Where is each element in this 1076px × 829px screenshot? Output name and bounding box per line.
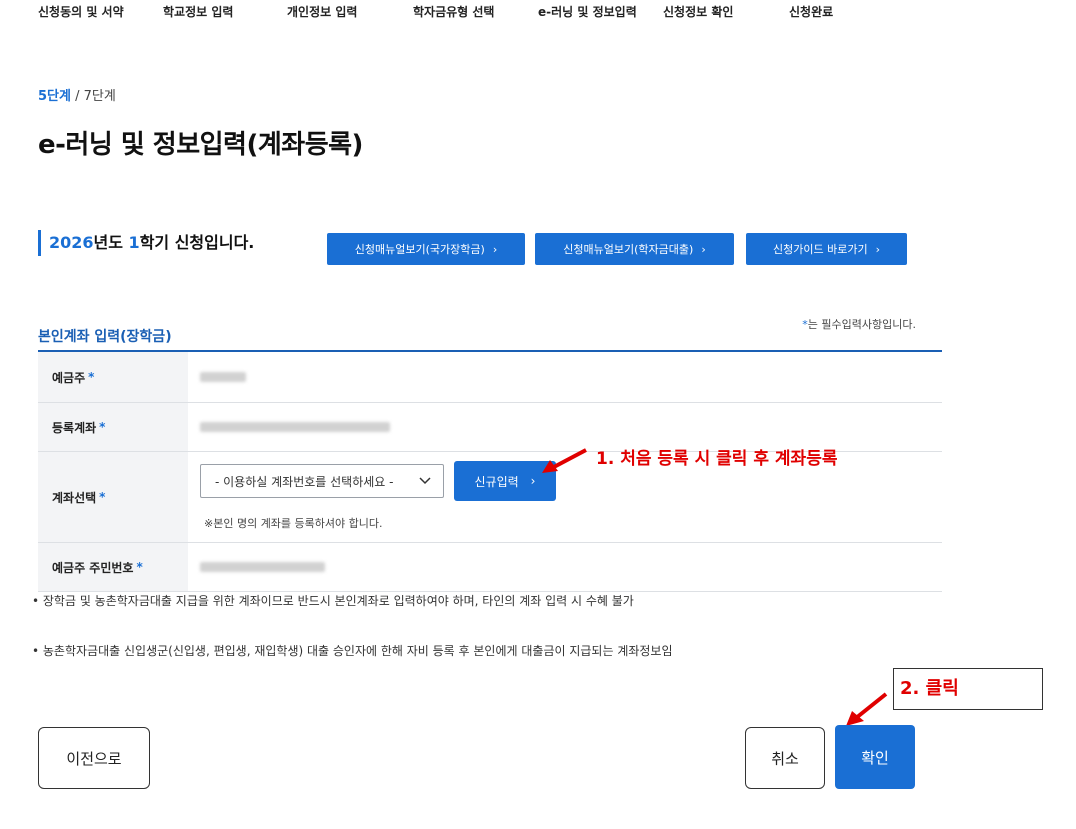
step-5: e-러닝 및 정보입력	[538, 5, 637, 19]
manual-loan-label: 신청매뉴얼보기(학자금대출)	[563, 243, 694, 256]
step-6: 신청정보 확인	[663, 5, 734, 19]
account-select-value: - 이용하실 계좌번호를 선택하세요 -	[215, 474, 394, 489]
chevron-right-icon: ›	[875, 242, 880, 256]
annotation-click: 2. 클릭	[893, 668, 1043, 710]
semester-term: 1	[128, 233, 140, 252]
step-4: 학자금유형 선택	[413, 5, 495, 19]
step-total: / 7단계	[75, 89, 116, 104]
depositor-label-text: 예금주	[52, 370, 86, 385]
semester-year: 2026	[49, 233, 94, 252]
step-7: 신청완료	[789, 5, 834, 19]
registered-account-label-text: 등록계좌	[52, 420, 97, 435]
row-resident-number: 예금주 주민번호 *	[38, 543, 942, 592]
required-star-icon: *	[136, 560, 143, 574]
chevron-down-icon	[419, 477, 431, 485]
required-note: *는 필수입력사항입니다.	[802, 316, 916, 332]
depositor-value	[188, 352, 942, 402]
required-star-icon: *	[99, 420, 106, 434]
account-form-table: 예금주 * 등록계좌 * 계좌선택 * - 이용하실 계좌번호를 선택하세요 - 신규…	[38, 350, 942, 592]
resident-number-value	[188, 543, 942, 591]
manual-scholarship-button[interactable]: 신청매뉴얼보기(국가장학금) ›	[327, 233, 525, 265]
guide-shortcut-button[interactable]: 신청가이드 바로가기 ›	[746, 233, 907, 265]
resident-number-label: 예금주 주민번호 *	[38, 543, 188, 591]
depositor-label: 예금주 *	[38, 352, 188, 402]
masked-depositor-name	[200, 372, 246, 382]
masked-resident-number	[200, 562, 325, 572]
notice-2: • 농촌학자금대출 신입생군(신입생, 편입생, 재입학생) 대출 승인자에 한…	[32, 644, 673, 658]
annotation-arrow-icon	[846, 692, 888, 726]
step-counter: 5단계 / 7단계	[38, 85, 116, 104]
semester-heading: 2026년도 1학기 신청입니다.	[38, 230, 254, 256]
masked-account-number	[200, 422, 390, 432]
section-title: 본인계좌 입력(장학금)	[38, 329, 172, 345]
step-navigation: 신청동의 및 서약 학교정보 입력 개인정보 입력 학자금유형 선택 e-러닝 …	[0, 0, 1076, 24]
guide-shortcut-label: 신청가이드 바로가기	[773, 243, 868, 256]
row-depositor: 예금주 *	[38, 352, 942, 403]
required-star-icon: *	[99, 490, 106, 504]
step-current: 5단계	[38, 89, 71, 104]
notice-1: • 장학금 및 농촌학자금대출 지급을 위한 계좌이므로 반드시 본인계좌로 입…	[32, 594, 634, 608]
confirm-button[interactable]: 확인	[835, 725, 915, 789]
account-select-label: 계좌선택 *	[38, 452, 188, 542]
registered-account-label: 등록계좌 *	[38, 403, 188, 451]
resident-number-label-text: 예금주 주민번호	[52, 560, 134, 575]
step-2: 학교정보 입력	[163, 5, 234, 19]
chevron-right-icon: ›	[530, 474, 536, 488]
annotation-arrow-icon	[542, 448, 587, 473]
required-note-text: 는 필수입력사항입니다.	[807, 318, 916, 331]
account-select-label-text: 계좌선택	[52, 490, 97, 505]
semester-term-suffix: 학기 신청입니다.	[139, 233, 255, 252]
annotation-first-register: 1. 처음 등록 시 클릭 후 계좌등록	[596, 449, 838, 469]
semester-year-suffix: 년도	[93, 233, 129, 252]
prev-button[interactable]: 이전으로	[38, 727, 150, 789]
account-select-dropdown[interactable]: - 이용하실 계좌번호를 선택하세요 -	[200, 464, 444, 498]
account-hint: ※본인 명의 계좌를 등록하셔야 합니다.	[204, 517, 383, 530]
manual-loan-button[interactable]: 신청매뉴얼보기(학자금대출) ›	[535, 233, 734, 265]
chevron-right-icon: ›	[492, 242, 498, 256]
cancel-button[interactable]: 취소	[745, 727, 825, 789]
required-star-icon: *	[88, 370, 95, 384]
chevron-right-icon: ›	[701, 242, 706, 256]
page-title: e-러닝 및 정보입력(계좌등록)	[38, 130, 363, 160]
step-3: 개인정보 입력	[287, 5, 358, 19]
manual-scholarship-label: 신청매뉴얼보기(국가장학금)	[354, 243, 485, 256]
new-entry-label: 신규입력	[474, 474, 519, 489]
step-1: 신청동의 및 서약	[38, 5, 124, 19]
